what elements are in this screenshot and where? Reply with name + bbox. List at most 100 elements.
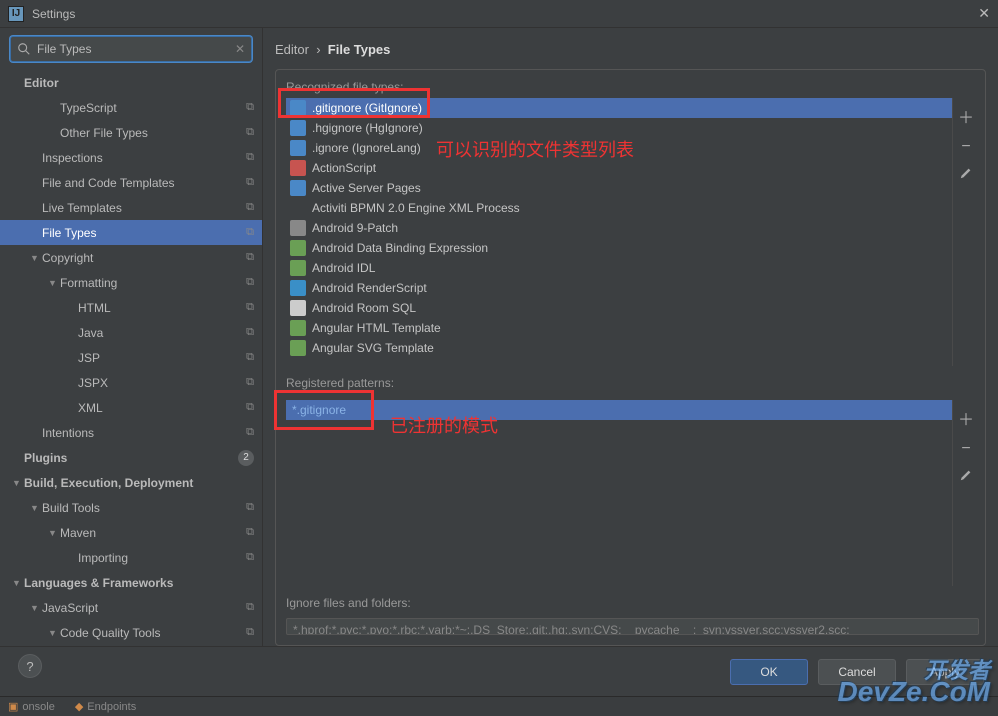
copy-icon[interactable]: ⧉	[246, 301, 254, 314]
copy-icon[interactable]: ⧉	[246, 226, 254, 239]
search-input[interactable]: File Types ✕	[10, 36, 252, 62]
tree-item[interactable]: Java⧉	[0, 320, 262, 345]
filetype-icon	[290, 120, 306, 136]
ok-button[interactable]: OK	[730, 659, 808, 685]
expand-arrow-icon[interactable]: ▼	[12, 578, 24, 588]
tree-item[interactable]: Editor	[0, 70, 262, 95]
filetype-row[interactable]: Activiti BPMN 2.0 Engine XML Process	[286, 198, 952, 218]
endpoints-icon[interactable]: ◆	[75, 700, 83, 713]
tree-item-label: Importing	[78, 551, 246, 565]
tree-item[interactable]: XML⧉	[0, 395, 262, 420]
filetype-row[interactable]: ActionScript	[286, 158, 952, 178]
filetype-row[interactable]: Angular SVG Template	[286, 338, 952, 358]
expand-arrow-icon[interactable]: ▼	[30, 253, 42, 263]
tree-item[interactable]: Live Templates⧉	[0, 195, 262, 220]
tree-item[interactable]: JSP⧉	[0, 345, 262, 370]
filetype-row[interactable]: Android Room SQL	[286, 298, 952, 318]
copy-icon[interactable]: ⧉	[246, 501, 254, 514]
breadcrumb-root[interactable]: Editor	[275, 42, 309, 57]
pattern-row[interactable]: *.gitignore	[286, 400, 952, 420]
expand-arrow-icon[interactable]: ▼	[12, 478, 24, 488]
filetype-row[interactable]: .ignore (IgnoreLang)	[286, 138, 952, 158]
tree-item[interactable]: ▼Maven⧉	[0, 520, 262, 545]
copy-icon[interactable]: ⧉	[246, 601, 254, 614]
tree-item[interactable]: File and Code Templates⧉	[0, 170, 262, 195]
expand-arrow-icon[interactable]: ▼	[48, 278, 60, 288]
tree-item[interactable]: ▼Copyright⧉	[0, 245, 262, 270]
ignore-files-input[interactable]: *.hprof;*.pyc;*.pyo;*.rbc;*.yarb;*~;.DS_…	[286, 618, 979, 635]
filetype-row[interactable]: Android 9-Patch	[286, 218, 952, 238]
remove-pattern-button[interactable]: −	[956, 440, 976, 458]
tree-item[interactable]: TypeScript⧉	[0, 95, 262, 120]
add-pattern-button[interactable]: ＋	[956, 406, 976, 430]
filetype-row[interactable]: .hgignore (HgIgnore)	[286, 118, 952, 138]
tree-item[interactable]: ▼Build Tools⧉	[0, 495, 262, 520]
filetype-label: .gitignore (GitIgnore)	[312, 101, 422, 115]
filetype-icon	[290, 160, 306, 176]
filetype-label: Angular SVG Template	[312, 341, 434, 355]
copy-icon[interactable]: ⧉	[246, 151, 254, 164]
tree-item[interactable]: ▼Languages & Frameworks	[0, 570, 262, 595]
tree-item[interactable]: JSPX⧉	[0, 370, 262, 395]
copy-icon[interactable]: ⧉	[246, 126, 254, 139]
filetype-row[interactable]: Active Server Pages	[286, 178, 952, 198]
cancel-button[interactable]: Cancel	[818, 659, 896, 685]
add-filetype-button[interactable]: ＋	[956, 104, 976, 128]
expand-arrow-icon[interactable]: ▼	[48, 628, 60, 638]
tree-item[interactable]: ▼Formatting⧉	[0, 270, 262, 295]
filetype-row[interactable]: Angular HTML Template	[286, 318, 952, 338]
remove-filetype-button[interactable]: −	[956, 138, 976, 156]
settings-tree[interactable]: EditorTypeScript⧉Other File Types⧉Inspec…	[0, 70, 262, 646]
copy-icon[interactable]: ⧉	[246, 176, 254, 189]
edit-pattern-button[interactable]	[956, 468, 976, 487]
tree-item[interactable]: ▼Code Quality Tools⧉	[0, 620, 262, 645]
copy-icon[interactable]: ⧉	[246, 326, 254, 339]
close-icon[interactable]: ✕	[978, 5, 990, 22]
search-value: File Types	[37, 42, 235, 56]
copy-icon[interactable]: ⧉	[246, 276, 254, 289]
tree-item[interactable]: Other File Types⧉	[0, 120, 262, 145]
tree-item[interactable]: HTML⧉	[0, 295, 262, 320]
search-icon	[17, 42, 31, 56]
copy-icon[interactable]: ⧉	[246, 426, 254, 439]
filetype-label: Android IDL	[312, 261, 375, 275]
filetype-row[interactable]: Android IDL	[286, 258, 952, 278]
filetype-row[interactable]: Android Data Binding Expression	[286, 238, 952, 258]
copy-icon[interactable]: ⧉	[246, 376, 254, 389]
copy-icon[interactable]: ⧉	[246, 551, 254, 564]
copy-icon[interactable]: ⧉	[246, 351, 254, 364]
tree-item[interactable]: File Types⧉	[0, 220, 262, 245]
console-icon[interactable]: ▣	[8, 700, 18, 713]
apply-button[interactable]: Apply	[906, 659, 984, 685]
clear-search-icon[interactable]: ✕	[235, 42, 245, 56]
copy-icon[interactable]: ⧉	[246, 526, 254, 539]
tree-item[interactable]: Intentions⧉	[0, 420, 262, 445]
tree-item-label: Plugins	[24, 451, 234, 465]
tree-item[interactable]: Closure Linter⧉	[0, 645, 262, 646]
filetype-icon	[290, 280, 306, 296]
copy-icon[interactable]: ⧉	[246, 626, 254, 639]
filetype-icon	[290, 200, 306, 216]
copy-icon[interactable]: ⧉	[246, 401, 254, 414]
expand-arrow-icon[interactable]: ▼	[30, 603, 42, 613]
filetype-label: .ignore (IgnoreLang)	[312, 141, 421, 155]
filetype-row[interactable]: Android RenderScript	[286, 278, 952, 298]
edit-filetype-button[interactable]	[956, 166, 976, 185]
copy-icon[interactable]: ⧉	[246, 201, 254, 214]
copy-icon[interactable]: ⧉	[246, 251, 254, 264]
titlebar: IJ Settings ✕	[0, 0, 998, 28]
registered-patterns-list[interactable]: *.gitignore	[286, 400, 953, 586]
tree-item[interactable]: ▼JavaScript⧉	[0, 595, 262, 620]
tree-item[interactable]: ▼Build, Execution, Deployment	[0, 470, 262, 495]
expand-arrow-icon[interactable]: ▼	[30, 503, 42, 513]
tree-item-label: HTML	[78, 301, 246, 315]
recognized-list-buttons: ＋ −	[953, 98, 979, 366]
tree-item[interactable]: Importing⧉	[0, 545, 262, 570]
expand-arrow-icon[interactable]: ▼	[48, 528, 60, 538]
filetype-row[interactable]: .gitignore (GitIgnore)	[286, 98, 952, 118]
tree-item[interactable]: Inspections⧉	[0, 145, 262, 170]
copy-icon[interactable]: ⧉	[246, 101, 254, 114]
recognized-file-types-list[interactable]: .gitignore (GitIgnore) .hgignore (HgIgnor…	[286, 98, 953, 366]
help-button[interactable]: ?	[18, 654, 42, 678]
tree-item[interactable]: Plugins2	[0, 445, 262, 470]
